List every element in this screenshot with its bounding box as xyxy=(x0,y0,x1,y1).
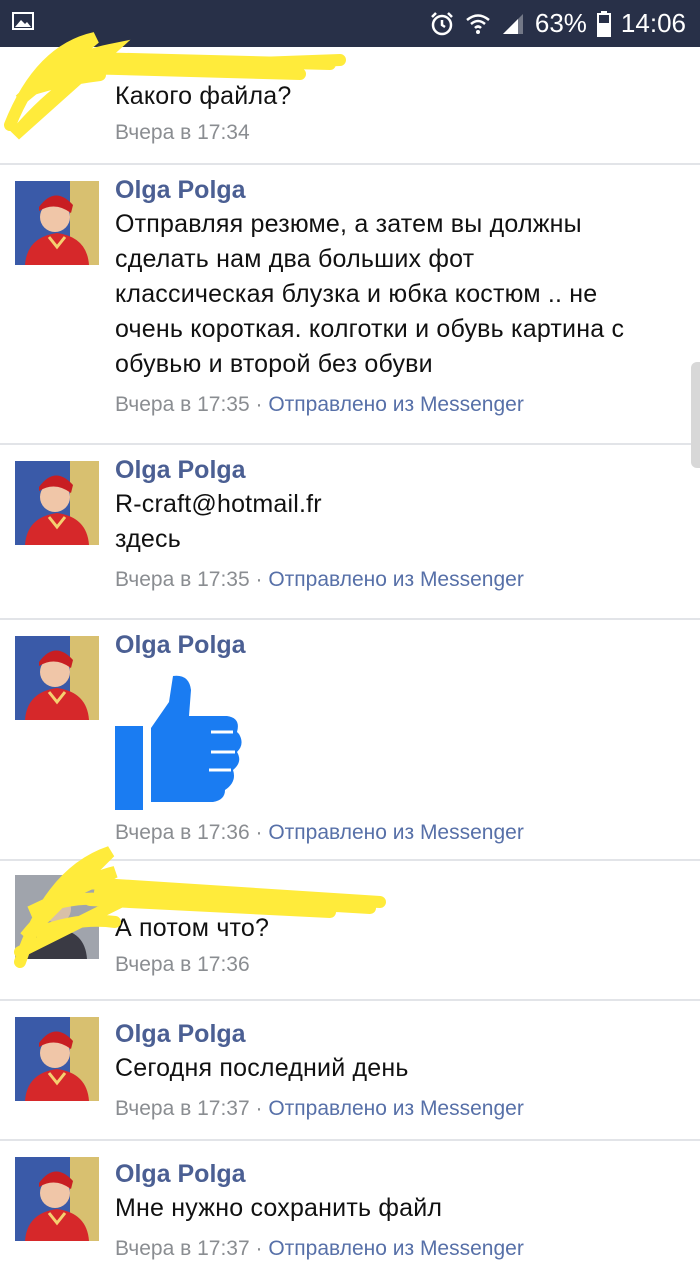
message-meta: Вчера в 17:35 · Отправлено из Messenger xyxy=(115,390,680,420)
meta-separator: · xyxy=(249,1237,269,1260)
message-item: Olga Polga Сегодня последний день Вчера … xyxy=(0,1001,700,1141)
alarm-icon xyxy=(430,11,453,35)
message-time[interactable]: Вчера в 17:36 xyxy=(115,953,250,976)
author-name[interactable]: Olga Polga xyxy=(115,1017,680,1051)
meta-separator: · xyxy=(249,821,269,844)
avatar[interactable] xyxy=(15,461,99,545)
meta-separator: · xyxy=(249,568,269,591)
message-feed: Какого файла? Вчера в 17:34 Olga Polga О… xyxy=(0,47,700,1281)
author-name[interactable]: Olga Polga xyxy=(115,173,680,207)
message-meta: Вчера в 17:35 · Отправлено из Messenger xyxy=(115,565,680,595)
message-text: Мне нужно сохранить файл xyxy=(115,1194,443,1222)
message-item: Olga Polga Мне нужно сохранить файл Вчер… xyxy=(0,1141,700,1281)
message-time[interactable]: Вчера в 17:35 xyxy=(115,393,250,416)
message-item: Olga Polga Вчера в 17:36 · Отправлено из… xyxy=(0,620,700,861)
battery-percent: 63% xyxy=(534,8,587,38)
message-text: Отправляя резюме, а затем вы должны сдел… xyxy=(115,210,625,378)
message-text: А потом что? xyxy=(115,914,270,942)
message-content: Olga Polga Вчера в 17:36 · Отправлено из… xyxy=(115,620,680,848)
message-time[interactable]: Вчера в 17:37 xyxy=(115,1237,250,1260)
message-content: Olga Polga Мне нужно сохранить файл Вчер… xyxy=(115,1141,680,1264)
sent-via-link[interactable]: Отправлено из Messenger xyxy=(268,393,523,416)
avatar[interactable] xyxy=(15,875,99,959)
avatar[interactable] xyxy=(15,1017,99,1101)
message-meta: Вчера в 17:37 · Отправлено из Messenger xyxy=(115,1234,680,1264)
message-text: R-craft@hotmail.fr здесь xyxy=(115,490,322,553)
message-meta: Вчера в 17:36 xyxy=(115,950,680,980)
message-text: Сегодня последний день xyxy=(115,1054,409,1082)
thumbs-up-icon[interactable] xyxy=(115,672,243,810)
message-content: Olga Polga R-craft@hotmail.fr здесь Вчер… xyxy=(115,445,680,595)
message-item: Какого файла? Вчера в 17:34 xyxy=(0,47,700,165)
scrollbar[interactable] xyxy=(691,362,700,468)
avatar[interactable] xyxy=(15,636,99,720)
message-time[interactable]: Вчера в 17:36 xyxy=(115,821,250,844)
sent-via-link[interactable]: Отправлено из Messenger xyxy=(268,568,523,591)
author-name[interactable]: Olga Polga xyxy=(115,1157,680,1191)
avatar[interactable] xyxy=(15,181,99,265)
message-item: Olga Polga R-craft@hotmail.fr здесь Вчер… xyxy=(0,445,700,620)
message-content: Olga Polga Отправляя резюме, а затем вы … xyxy=(115,165,680,420)
meta-separator: · xyxy=(249,393,269,416)
battery-icon xyxy=(596,10,611,37)
message-content: Olga Polga Сегодня последний день Вчера … xyxy=(115,1001,680,1124)
wifi-icon xyxy=(466,13,490,34)
message-text: Какого файла? xyxy=(115,82,292,110)
message-item: А потом что? Вчера в 17:36 xyxy=(0,861,700,1001)
author-name[interactable]: Olga Polga xyxy=(115,628,680,662)
message-content: А потом что? Вчера в 17:36 xyxy=(115,861,680,980)
message-time[interactable]: Вчера в 17:37 xyxy=(115,1097,250,1120)
sent-via-link[interactable]: Отправлено из Messenger xyxy=(268,821,523,844)
status-bar: 63% 14:06 xyxy=(0,0,700,47)
image-icon xyxy=(12,12,34,30)
message-time[interactable]: Вчера в 17:34 xyxy=(115,121,250,144)
author-name[interactable]: Olga Polga xyxy=(115,453,680,487)
signal-icon xyxy=(502,13,523,34)
message-meta: Вчера в 17:34 xyxy=(115,118,680,148)
message-item: Olga Polga Отправляя резюме, а затем вы … xyxy=(0,165,700,445)
message-meta: Вчера в 17:37 · Отправлено из Messenger xyxy=(115,1094,680,1124)
message-content: Какого файла? Вчера в 17:34 xyxy=(115,47,680,148)
message-meta: Вчера в 17:36 · Отправлено из Messenger xyxy=(115,818,680,848)
sent-via-link[interactable]: Отправлено из Messenger xyxy=(268,1237,523,1260)
avatar[interactable] xyxy=(15,1157,99,1241)
clock: 14:06 xyxy=(620,8,686,38)
meta-separator: · xyxy=(249,1097,269,1120)
message-time[interactable]: Вчера в 17:35 xyxy=(115,568,250,591)
sent-via-link[interactable]: Отправлено из Messenger xyxy=(268,1097,523,1120)
